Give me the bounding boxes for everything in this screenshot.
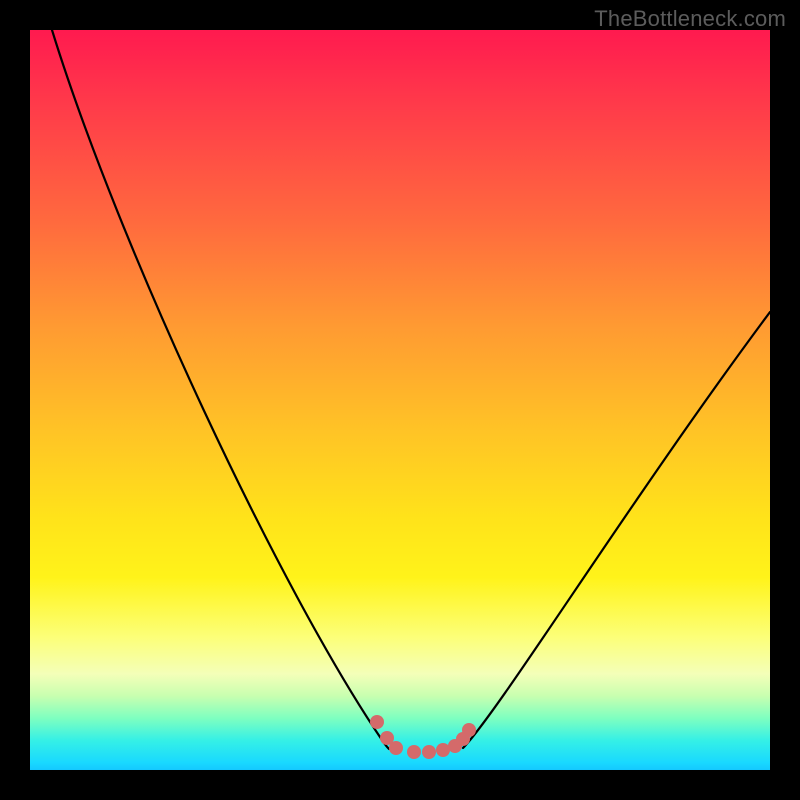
marker-dot [422, 745, 436, 759]
left-branch-curve [52, 30, 389, 749]
chart-frame: TheBottleneck.com [0, 0, 800, 800]
watermark-text: TheBottleneck.com [594, 6, 786, 32]
marker-dot [436, 743, 450, 757]
marker-dot [370, 715, 384, 729]
marker-dots-group [370, 715, 476, 759]
marker-dot [389, 741, 403, 755]
right-branch-curve [463, 312, 770, 748]
curve-layer [30, 30, 770, 770]
marker-dot [462, 723, 476, 737]
marker-dot [407, 745, 421, 759]
plot-area [30, 30, 770, 770]
